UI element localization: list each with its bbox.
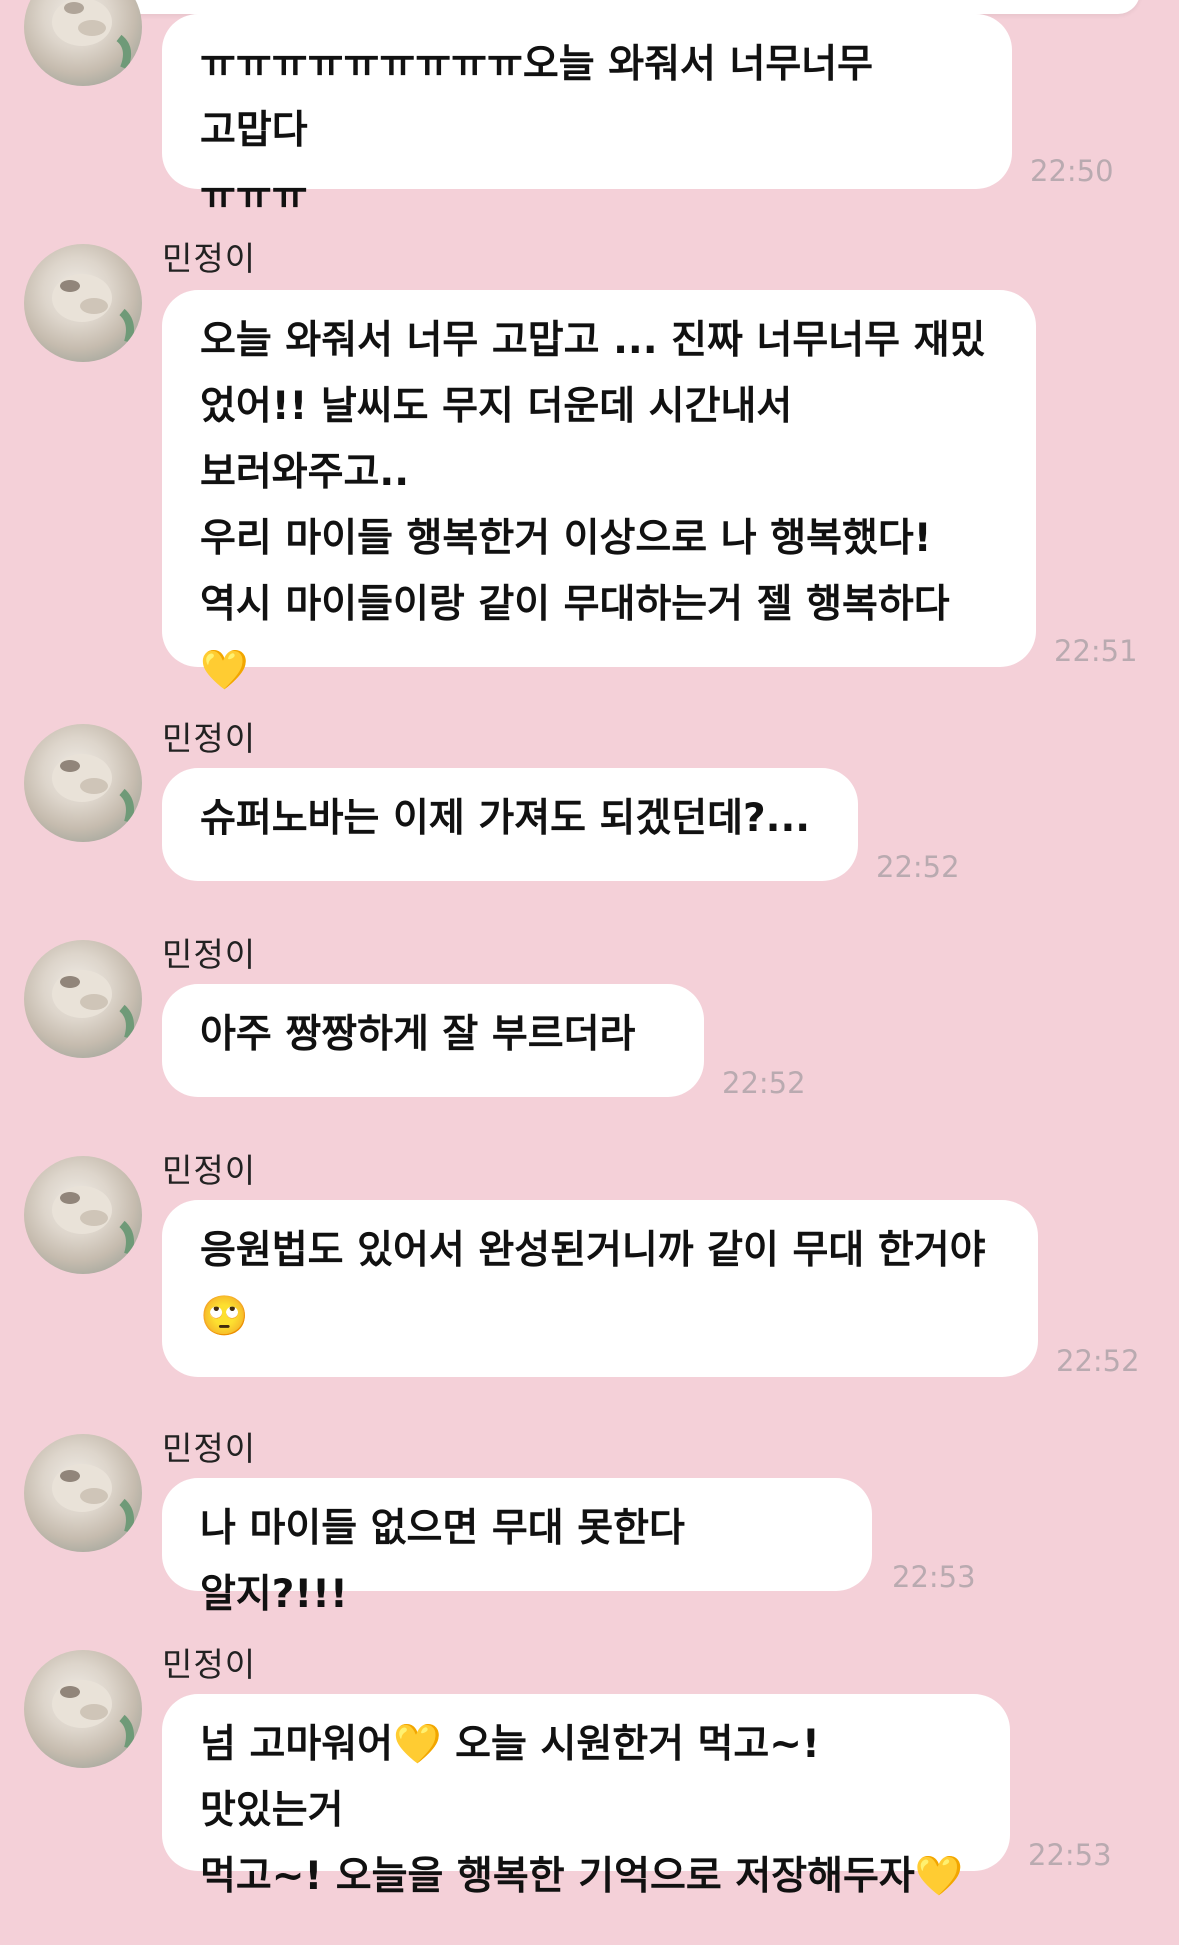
avatar[interactable] [24,940,142,1058]
sender-name: 민정이 [162,1151,257,1190]
message-bubble[interactable]: 아주 짱짱하게 잘 부르더라 [162,984,704,1097]
message-time: 22:53 [892,1560,976,1594]
message-time: 22:52 [722,1066,806,1100]
avatar[interactable] [24,1650,142,1768]
avatar[interactable] [24,724,142,842]
sender-name: 민정이 [162,719,257,758]
message-bubble[interactable]: 오늘 와줘서 너무 고맙고 ... 진짜 너무너무 재밌 었어!! 날씨도 무지… [162,290,1036,693]
message-time: 22:52 [1056,1344,1140,1378]
sender-name: 민정이 [162,1645,257,1684]
message-time: 22:52 [876,850,960,884]
avatar[interactable] [24,244,142,362]
sender-name: 민정이 [162,1429,257,1468]
message-time: 22:50 [1030,154,1114,188]
avatar[interactable] [24,0,142,86]
profile-avatar-dog-icon [52,0,132,70]
sender-name: 민정이 [162,239,257,278]
avatar[interactable] [24,1156,142,1274]
message-time: 22:51 [1054,634,1138,668]
message-bubble[interactable]: 응원법도 있어서 완성된거니까 같이 무대 한거야 🙄 [162,1200,1038,1377]
profile-avatar-dog-icon [52,754,134,824]
message-bubble[interactable]: 넘 고마워어💛 오늘 시원한거 먹고~! 맛있는거 먹고~! 오늘을 행복한 기… [162,1694,1010,1899]
profile-avatar-dog-icon [52,970,134,1040]
profile-avatar-dog-icon [52,1186,134,1256]
message-bubble[interactable]: 나 마이들 없으면 무대 못한다 알지?!!! [162,1478,872,1617]
message-bubble[interactable]: ㅠㅠㅠㅠㅠㅠㅠㅠㅠ오늘 와줘서 너무너무 고맙다 ㅠㅠㅠ [162,14,1012,219]
sender-name: 민정이 [162,935,257,974]
message-time: 22:53 [1028,1838,1112,1872]
message-bubble[interactable]: 슈퍼노바는 이제 가져도 되겠던데?... [162,768,858,881]
avatar[interactable] [24,1434,142,1552]
previous-message-card [40,0,1140,14]
profile-avatar-dog-icon [52,274,134,344]
profile-avatar-dog-icon [52,1680,134,1750]
profile-avatar-dog-icon [52,1464,134,1534]
